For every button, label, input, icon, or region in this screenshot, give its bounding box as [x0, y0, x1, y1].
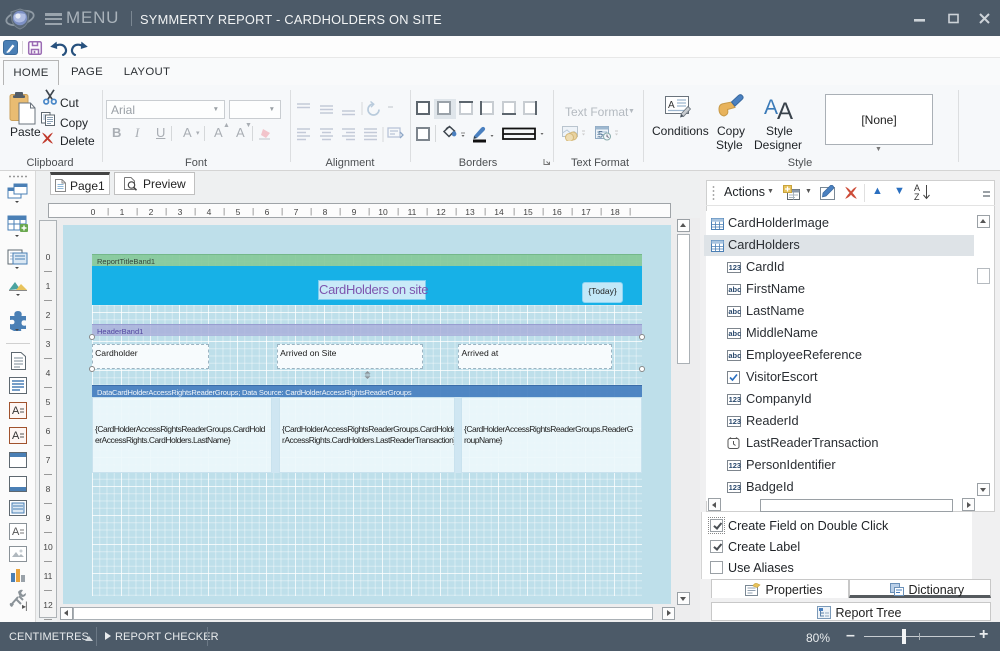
svg-text:A: A: [668, 100, 675, 111]
svg-text:abc: abc: [728, 351, 741, 360]
svg-text:123: 123: [729, 395, 741, 404]
svg-text:abc: abc: [728, 307, 741, 316]
svg-text:A: A: [764, 96, 778, 119]
svg-text:123: 123: [729, 263, 741, 272]
svg-text:abc: abc: [728, 285, 741, 294]
svg-text:123: 123: [729, 461, 741, 470]
svg-text:123: 123: [729, 483, 741, 492]
svg-text:A: A: [12, 526, 20, 538]
svg-text:5: 5: [598, 130, 603, 140]
svg-text:A: A: [777, 98, 793, 121]
svg-text:A: A: [12, 430, 20, 442]
svg-text:123: 123: [729, 417, 741, 426]
svg-text:A: A: [12, 405, 20, 417]
svg-text:abc: abc: [728, 329, 741, 338]
svg-text:Z: Z: [914, 192, 920, 202]
